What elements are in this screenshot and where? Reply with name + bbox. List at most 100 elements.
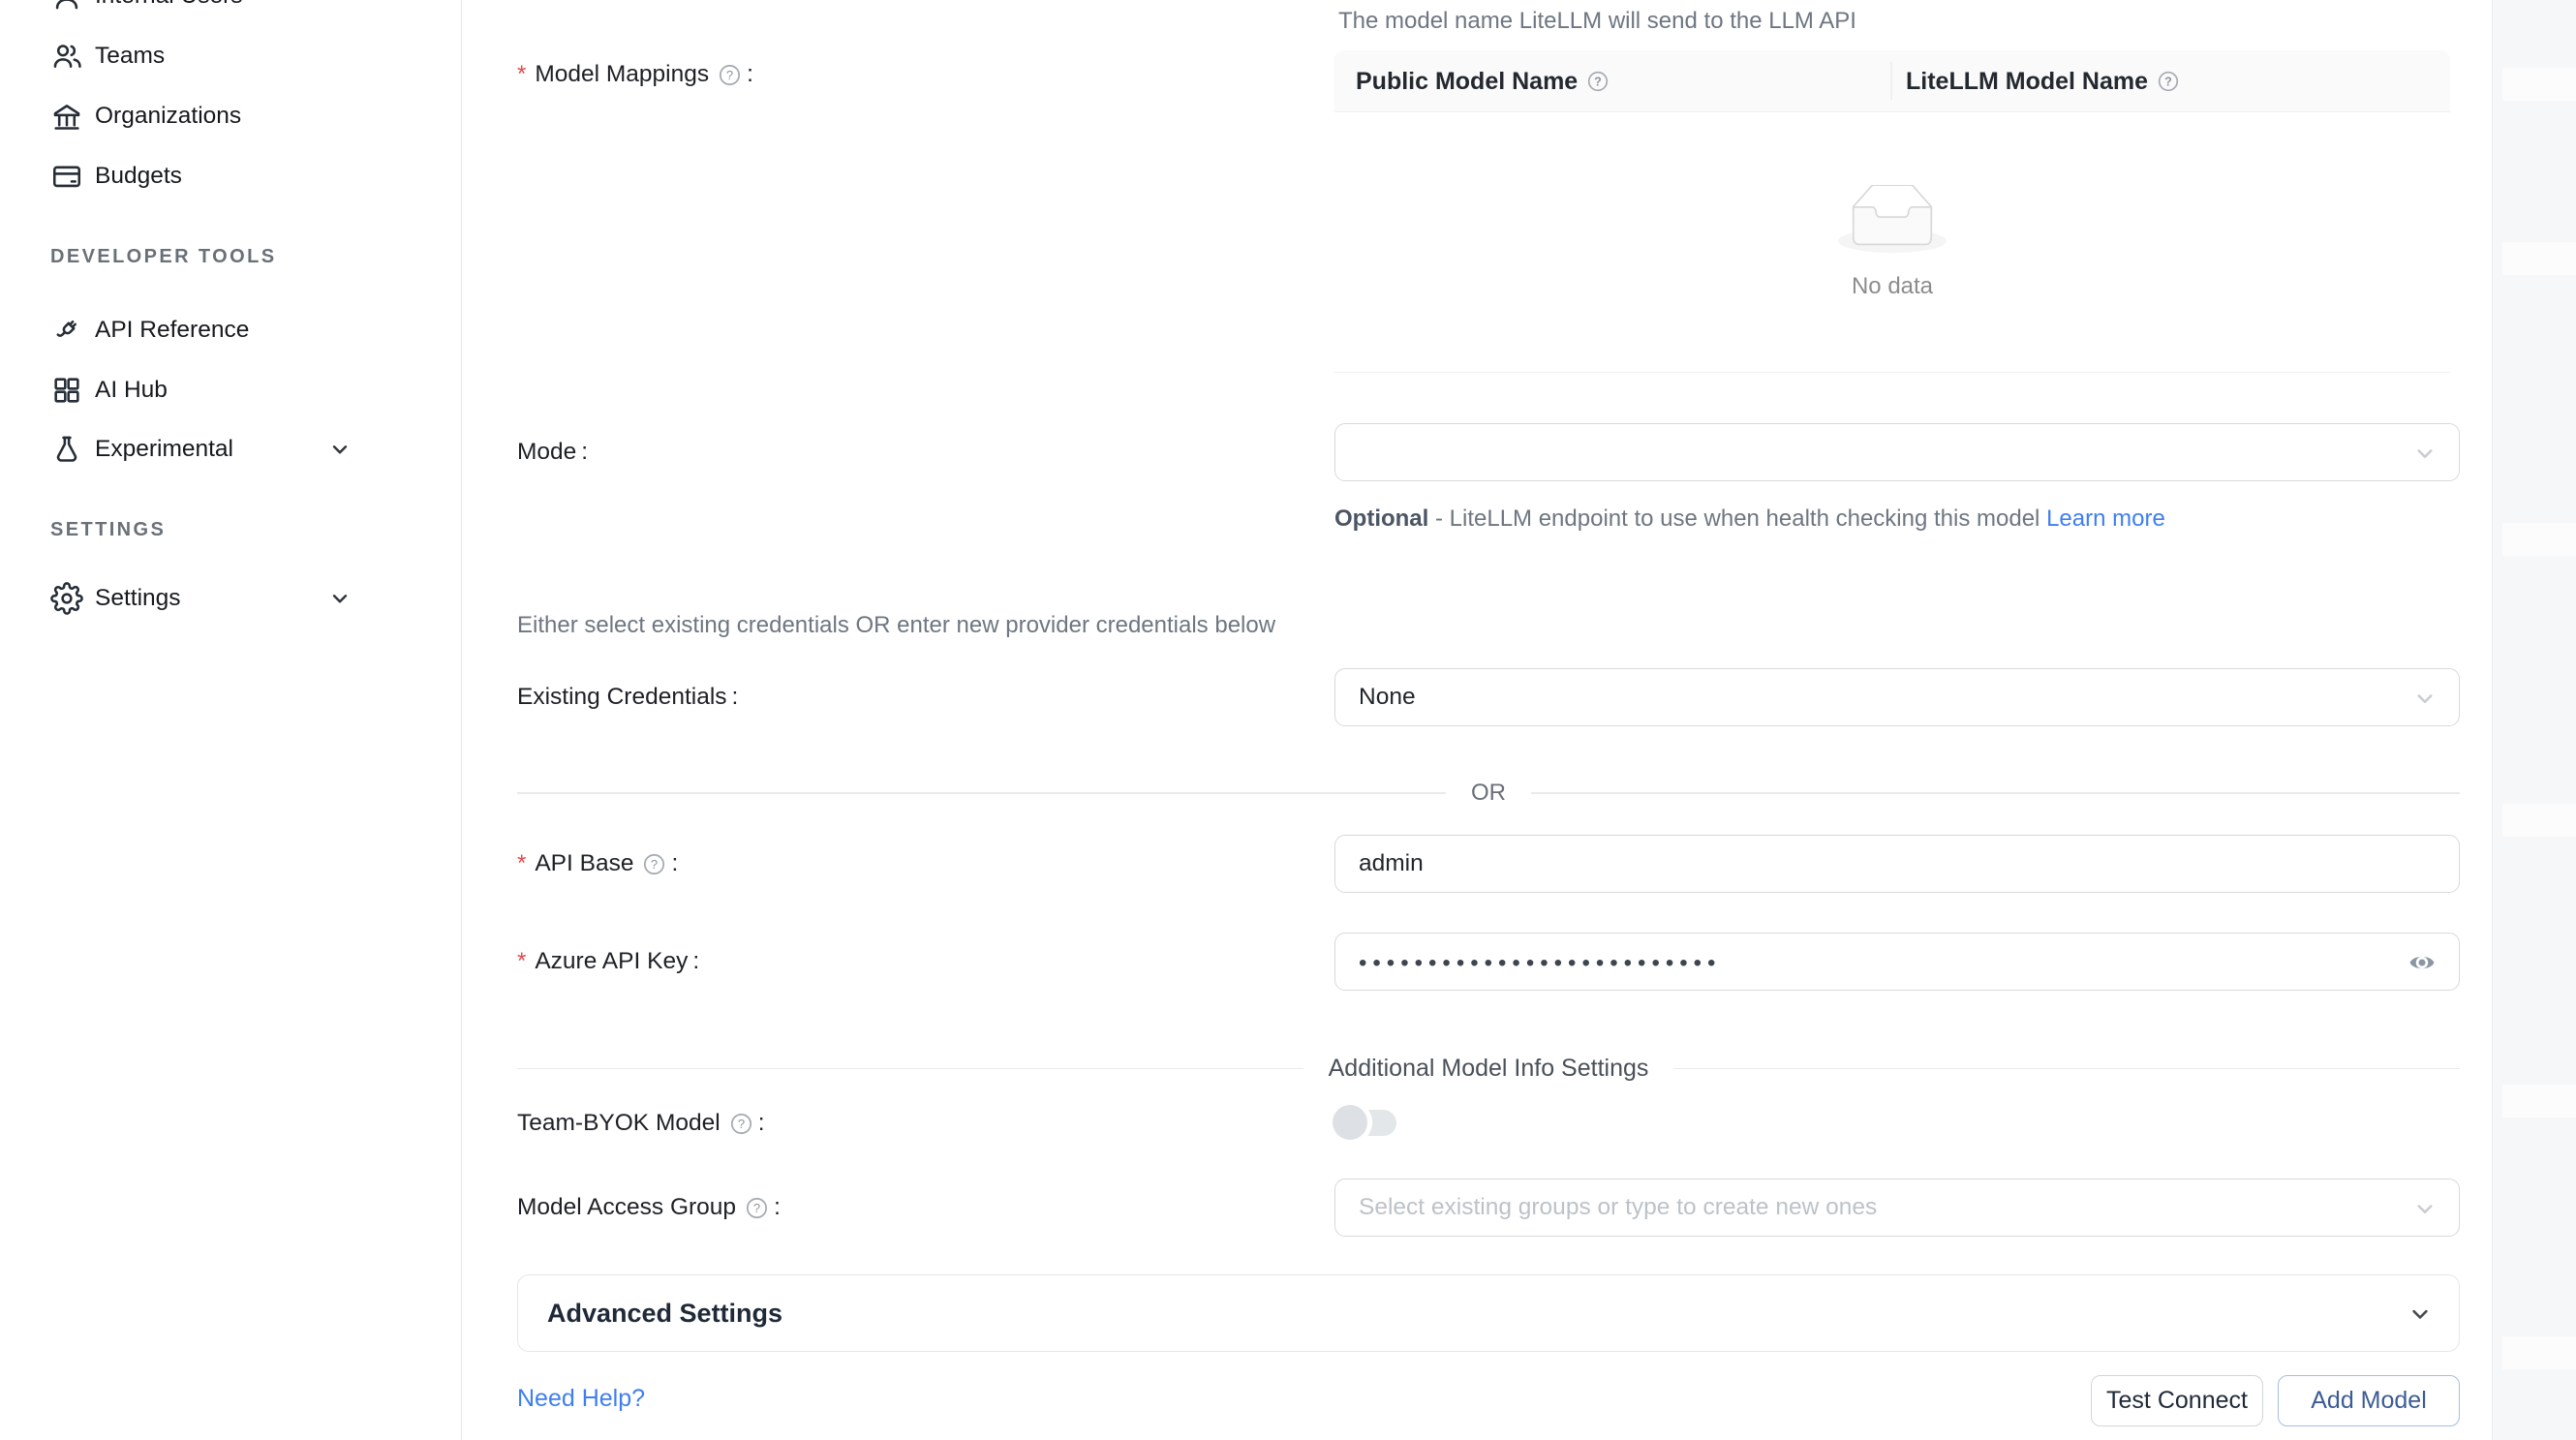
or-divider-text: OR [1471,780,1506,807]
model-access-group-select[interactable]: Select existing groups or type to create… [1334,1179,2460,1237]
help-circle-icon[interactable]: ? [729,1112,753,1136]
sidebar: Internal Users Teams Organizations [0,0,462,1440]
credit-card-icon [50,160,83,193]
background-row [2502,804,2576,837]
existing-credentials-label: Existing Credentials : [517,668,738,726]
model-mappings-label: * Model Mappings ? : [517,46,753,104]
no-data-text: No data [1852,273,1933,300]
chevron-down-icon [327,586,353,611]
column-divider [1890,62,1892,100]
model-access-group-label: Model Access Group ? : [517,1179,781,1237]
background-row [2502,1336,2576,1369]
sidebar-item-teams[interactable]: Teams [0,31,462,81]
api-base-value: admin [1359,850,1424,877]
sidebar-item-organizations[interactable]: Organizations [0,91,462,141]
add-model-page: Internal Users Teams Organizations [0,0,2576,1440]
svg-text:?: ? [651,856,658,871]
chevron-down-icon [2407,1301,2434,1333]
background-panel [2492,0,2576,1440]
sidebar-item-label: Organizations [95,103,241,130]
azure-api-key-masked-value: •••••••••••••••••••••••••• [1359,950,1721,977]
sidebar-item-internal-users[interactable]: Internal Users [0,0,462,21]
empty-box-icon [1838,185,1947,260]
help-circle-icon[interactable]: ? [1586,70,1610,93]
divider-line [1673,1068,2460,1070]
azure-api-key-input[interactable]: •••••••••••••••••••••••••• [1334,933,2460,991]
azure-api-key-label: * Azure API Key : [517,933,699,991]
or-divider: OR [517,780,2460,807]
grid-icon [50,374,83,407]
users-icon [50,40,83,73]
sidebar-item-budgets[interactable]: Budgets [0,151,462,201]
chevron-down-icon [2410,439,2439,475]
sidebar-item-api-reference[interactable]: API Reference [0,305,462,355]
divider-line [517,792,1446,794]
eye-icon[interactable] [2403,946,2441,979]
flask-icon [50,433,83,466]
sidebar-item-ai-hub[interactable]: AI Hub [0,365,462,415]
column-header-litellm-model-name: LiteLLM Model Name ? [1906,50,2180,112]
divider-line [1531,792,2460,794]
model-name-helper-text: The model name LiteLLM will send to the … [1338,8,1856,35]
chevron-down-icon [2410,684,2439,720]
api-base-input[interactable]: admin [1334,835,2460,893]
api-base-label: * API Base ? : [517,835,678,893]
sidebar-item-label: API Reference [95,317,249,344]
svg-text:?: ? [1594,75,1602,88]
plug-icon [50,314,83,347]
help-circle-icon[interactable]: ? [718,63,742,87]
sidebar-section-developer-tools: DEVELOPER TOOLS [50,246,276,268]
sidebar-item-label: AI Hub [95,377,168,404]
toggle-knob [1333,1105,1367,1140]
table-header-row: Public Model Name ? LiteLLM Model Name ? [1334,50,2450,112]
svg-text:?: ? [753,1200,760,1214]
advanced-settings-title: Advanced Settings [547,1299,782,1329]
background-row [2502,68,2576,101]
add-model-button[interactable]: Add Model [2278,1375,2460,1426]
mode-label: Mode : [517,423,588,481]
bank-icon [50,100,83,133]
sidebar-item-experimental[interactable]: Experimental [0,424,462,475]
sidebar-item-label: Settings [95,585,181,612]
background-row [2502,523,2576,556]
chevron-down-icon [327,437,353,462]
test-connect-button[interactable]: Test Connect [2091,1375,2263,1426]
sidebar-item-label: Budgets [95,163,182,190]
model-access-group-placeholder: Select existing groups or type to create… [1359,1194,1877,1221]
sidebar-item-label: Teams [95,43,165,70]
additional-settings-divider-text: Additional Model Info Settings [1329,1055,1649,1083]
background-row [2502,1085,2576,1118]
team-byok-toggle[interactable] [1336,1110,1396,1136]
user-icon [50,0,83,13]
existing-credentials-value: None [1359,684,1416,711]
column-header-public-model-name: Public Model Name ? [1356,50,1610,112]
additional-settings-divider: Additional Model Info Settings [517,1055,2460,1083]
gear-icon [50,582,83,615]
required-asterisk: * [517,948,526,975]
sidebar-item-label: Experimental [95,436,233,463]
help-circle-icon[interactable]: ? [2157,70,2180,93]
sidebar-item-label: Internal Users [95,0,243,10]
divider-line [517,1068,1303,1070]
mode-select[interactable] [1334,423,2460,481]
sidebar-item-settings[interactable]: Settings [0,573,462,624]
chevron-down-icon [2410,1194,2439,1230]
help-circle-icon[interactable]: ? [642,852,666,876]
model-mappings-table: Public Model Name ? LiteLLM Model Name ? [1334,50,2450,373]
help-circle-icon[interactable]: ? [745,1196,769,1220]
svg-text:?: ? [2164,75,2172,88]
empty-state: No data [1334,112,2450,373]
mode-helper-text: Optional - LiteLLM endpoint to use when … [1334,500,2240,538]
sidebar-section-settings: SETTINGS [50,519,166,541]
advanced-settings-panel[interactable]: Advanced Settings [517,1274,2460,1352]
svg-text:?: ? [738,1116,745,1130]
team-byok-label: Team-BYOK Model ? : [517,1094,765,1152]
learn-more-link[interactable]: Learn more [2046,506,2165,532]
need-help-link[interactable]: Need Help? [517,1385,645,1413]
required-asterisk: * [517,61,526,88]
credentials-note: Either select existing credentials OR en… [517,612,1275,639]
required-asterisk: * [517,850,526,877]
background-row [2502,242,2576,275]
svg-text:?: ? [726,67,733,81]
existing-credentials-select[interactable]: None [1334,668,2460,726]
